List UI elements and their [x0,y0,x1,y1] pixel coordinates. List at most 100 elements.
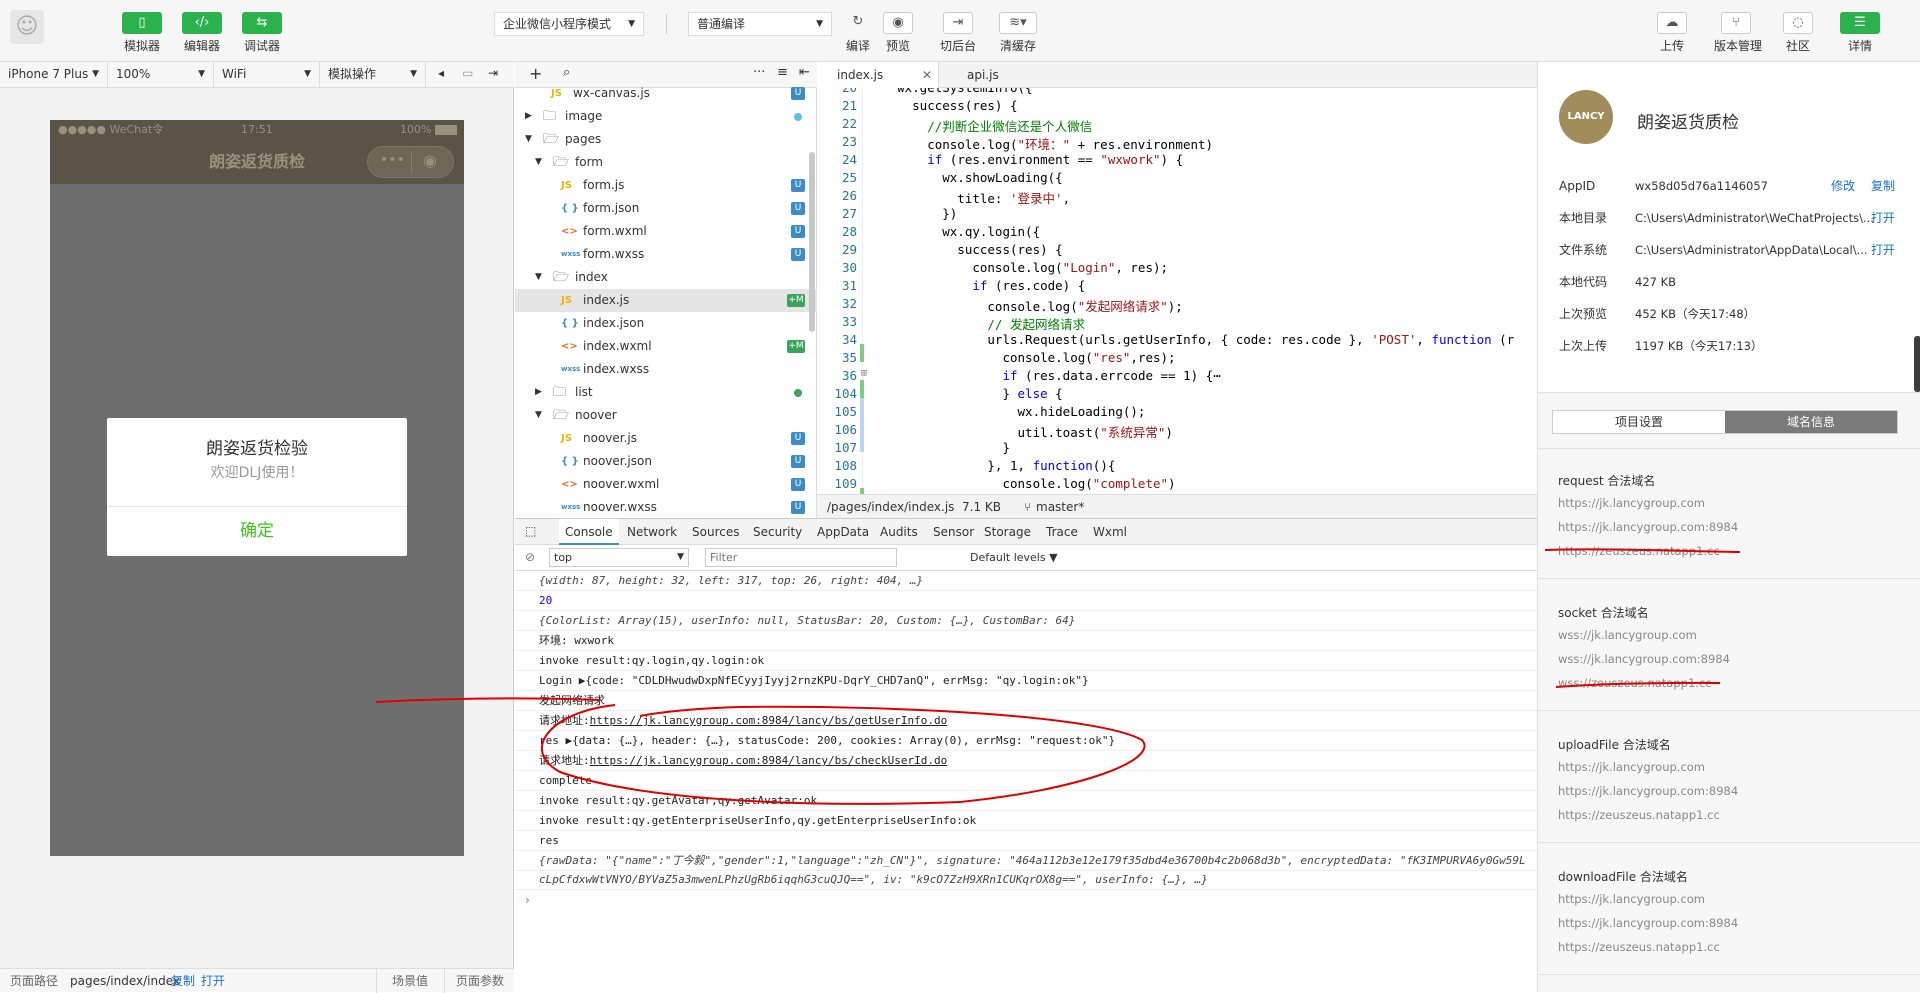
tree-item[interactable]: JS form.js U [515,174,817,197]
simulate-operation-select[interactable]: 模拟操作 ▼ [320,62,426,87]
field-action-link[interactable]: 复制 [1871,178,1895,194]
console-line[interactable]: res [539,831,1535,850]
fold-expand-icon[interactable]: ⊞ [861,368,867,379]
details-button[interactable]: ☰ 详情 [1834,12,1886,64]
console-line[interactable]: invoke result:qy.getAvatar,qy.getAvatar:… [539,791,1535,810]
console-line[interactable]: ▶{rawData: "{"name":"丁今毅","gender":1,"la… [539,851,1535,870]
field-action-link[interactable]: 打开 [1871,242,1895,258]
console-line[interactable]: Login ▶{code: "CDLDHwudwDxpNfECyyjIyyj2r… [539,671,1535,690]
code-line[interactable]: title: '登录中', [867,188,1070,207]
chevron-down-icon[interactable]: ▼ [525,128,532,151]
tab-project-settings[interactable]: 项目设置 [1553,411,1725,433]
console-line[interactable]: ▶{ColorList: Array(15), userInfo: null, … [539,611,1535,630]
tree-item[interactable]: JS index.js +M [515,289,817,312]
add-icon[interactable]: + [529,64,542,83]
console-line[interactable]: 20 [539,591,1535,610]
code-line[interactable]: console.log("发起网络请求"); [867,296,1182,315]
modal-confirm-button[interactable]: 确定 [107,507,407,556]
request-url-link[interactable]: https://jk.lancygroup.com:8984/lancy/bs/… [590,754,948,767]
open-path-link[interactable]: 打开 [201,969,225,993]
code-line[interactable]: wx.getSystemInfo({ [867,88,1032,95]
debugger-button[interactable]: ⇆ 调试器 [236,12,288,64]
tree-item[interactable]: wxss index.wxss [515,358,817,381]
code-line[interactable]: if (res.code) { [867,278,1085,293]
devtools-tab[interactable]: Trace [1046,519,1078,545]
console-line[interactable]: res ▶{data: {…}, header: {…}, statusCode… [539,731,1535,750]
tree-item[interactable]: <> index.wxml +M [515,335,817,358]
detach-icon[interactable]: ⇥ [488,66,498,80]
code-line[interactable]: } else { [867,386,1062,401]
sort-icon[interactable]: ≡ [777,65,788,80]
tree-item[interactable]: { } form.json U [515,197,817,220]
tree-item[interactable]: wxss noover.wxss U [515,496,817,519]
code-line[interactable]: }) [867,206,957,221]
menu-capsule[interactable]: ••• ◉ [367,146,454,178]
phone-screen[interactable]: ●●●●● WeChat令 17:51 100% 朗姿返货质检 ••• ◉ 朗姿… [50,120,464,856]
compile-mode-select[interactable]: 普通编译 ▼ [688,12,832,36]
console-line[interactable]: complete [539,771,1535,790]
code-line[interactable]: console.log("res",res); [867,350,1175,365]
code-area[interactable]: 20 wx.getSystemInfo({21 success(res) {22… [817,88,1537,556]
tree-item[interactable]: JS wx-canvas.js U [515,82,817,105]
more-dots-icon[interactable]: ••• [380,152,405,168]
code-line[interactable]: // 发起网络请求 [867,314,1085,333]
console-line[interactable]: 发起网络请求 [539,691,1535,710]
tree-item[interactable]: <> noover.wxml U [515,473,817,496]
device-select[interactable]: iPhone 7 Plus ▼ [0,62,108,87]
chevron-right-icon[interactable]: ▶ [535,381,542,404]
tree-item[interactable]: wxss form.wxss U [515,243,817,266]
code-line[interactable]: console.log("Login", res); [867,260,1168,275]
chevron-down-icon[interactable]: ▼ [535,151,542,174]
console-filter-input[interactable] [705,548,897,567]
devtools-tab[interactable]: Console [559,519,619,545]
code-line[interactable]: wx.qy.login({ [867,224,1040,239]
background-button[interactable]: ⇥ 切后台 [936,12,980,54]
collapse-panel-icon[interactable]: ⇤ [799,65,810,80]
devtools-tab[interactable]: Network [627,519,677,545]
zoom-select[interactable]: 100% ▼ [108,62,214,87]
version-button[interactable]: ⑂ 版本管理 [1714,12,1762,54]
tab-api-js[interactable]: api.js [939,62,1049,88]
simulator-button[interactable]: ▯ 模拟器 [116,12,168,64]
console-prompt-icon[interactable]: › [525,893,530,907]
editor-button[interactable]: ‹/› 编辑器 [176,12,228,64]
code-line[interactable]: if (res.environment == "wxwork") { [867,152,1183,167]
git-branch[interactable]: master* [1036,495,1084,519]
code-line[interactable]: //判断企业微信还是个人微信 [867,116,1092,135]
request-url-link[interactable]: https://jk.lancygroup.com:8984/lancy/bs/… [590,714,948,727]
tree-item[interactable]: { } index.json [515,312,817,335]
console-line[interactable]: invoke result:qy.login,qy.login:ok [539,651,1535,670]
copy-path-link[interactable]: 复制 [171,969,195,993]
tab-index-js[interactable]: index.js ✕ [817,62,939,88]
code-line[interactable]: } [867,440,1010,455]
devtools-tab[interactable]: Sensor [933,519,974,545]
scene-value-button[interactable]: 场景值 [392,969,428,993]
community-button[interactable]: ◌ 社区 [1776,12,1820,54]
tree-item[interactable]: ▼ 🗁 form [515,151,817,174]
preview-button[interactable]: ◉ 预览 [876,12,920,54]
close-icon[interactable]: ✕ [922,62,932,88]
tree-item[interactable]: JS noover.js U [515,427,817,450]
user-avatar[interactable]: ☺ [10,10,44,44]
tree-item[interactable]: ▼ 🗁 index [515,266,817,289]
console-line[interactable]: ▶{width: 87, height: 32, left: 317, top:… [539,571,1535,590]
field-action-link[interactable]: 打开 [1871,210,1895,226]
clear-console-icon[interactable]: ⊘ [525,550,535,564]
tree-item[interactable]: ▼ 🗁 pages [515,128,817,151]
tree-item[interactable]: { } noover.json U [515,450,817,473]
code-line[interactable]: success(res) { [867,98,1017,113]
devtools-tab[interactable]: Storage [984,519,1031,545]
close-circle-icon[interactable]: ◉ [423,151,437,170]
tree-item[interactable]: ▶ 🗀 image [515,105,817,128]
devtools-tab[interactable]: AppData [817,519,869,545]
upload-button[interactable]: ☁ 上传 [1650,12,1694,54]
code-line[interactable]: success(res) { [867,242,1062,257]
field-action-link[interactable]: 修改 [1831,178,1855,194]
devtools-tab[interactable]: Wxml [1093,519,1127,545]
levels-select[interactable]: Default levels ▼ [970,551,1058,564]
chevron-down-icon[interactable]: ▼ [535,404,542,427]
page-params-button[interactable]: 页面参数 [456,969,504,993]
mode-select[interactable]: 企业微信小程序模式 ▼ [494,12,644,36]
code-line[interactable]: console.log("complete") [867,476,1175,491]
code-line[interactable]: util.toast("系统异常") [867,422,1173,441]
